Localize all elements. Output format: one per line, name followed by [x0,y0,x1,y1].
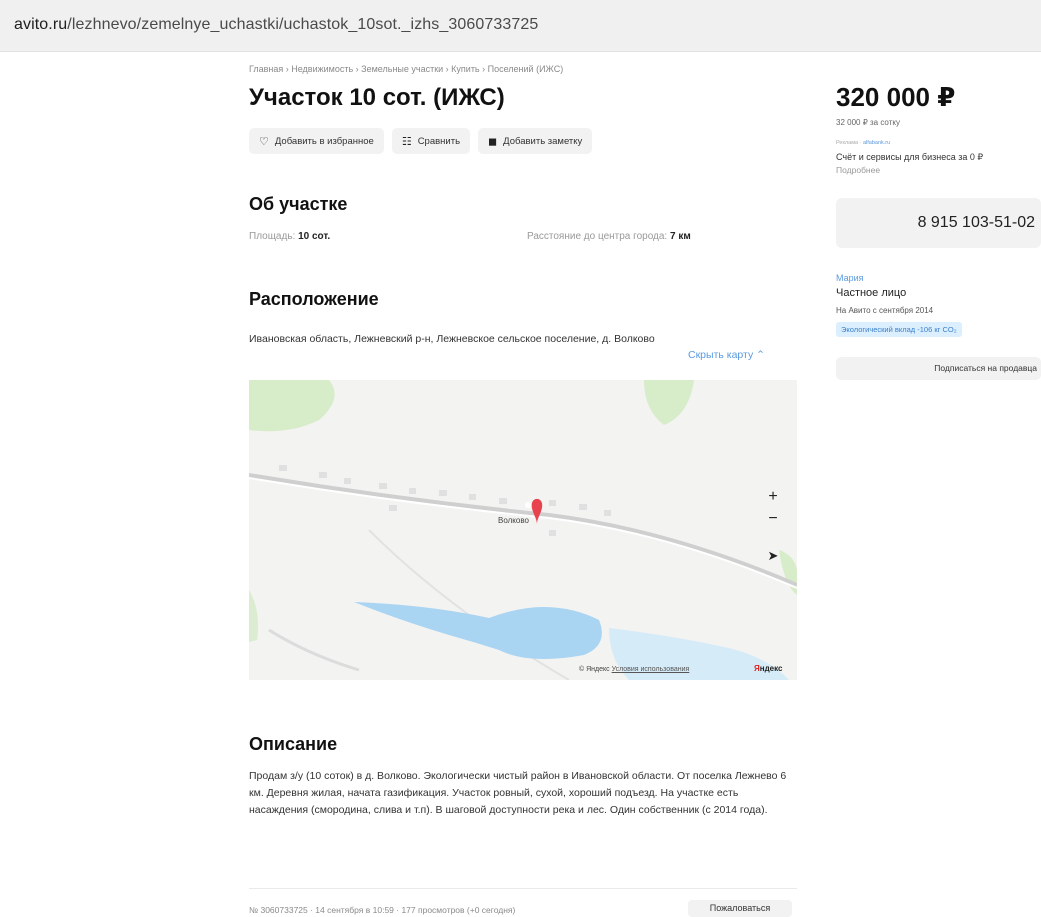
ad-more-link[interactable]: Подробнее [836,165,880,175]
listing-actions: ♡ Добавить в избранное ☷ Сравнить ◼ Доба… [249,128,593,154]
map-village-label: Волково [498,516,529,525]
divider [249,888,797,889]
about-heading: Об участке [249,194,348,214]
map[interactable] [249,380,797,680]
distance-param: Расстояние до центра города: 7 км [527,231,691,242]
ad-text[interactable]: Счёт и сервисы для бизнеса за 0 ₽ [836,152,983,163]
location-heading: Расположение [249,289,379,309]
seller-type: Частное лицо [836,287,907,299]
eco-badge[interactable]: Экологический вклад -106 кг CO₂ [836,322,962,337]
navigation-arrow-icon: ➤ [767,548,779,563]
add-to-favorites-button[interactable]: ♡ Добавить в избранное [249,128,384,154]
map-canvas [249,380,797,680]
browser-url-bar[interactable]: avito.ru/lezhnevo/zemelnye_uchastki/ucha… [0,0,1041,52]
price-per-unit: 32 000 ₽ за сотку [836,118,900,127]
area-param: Площадь: 10 сот. [249,231,331,242]
map-credit: © Яндекс Условия использования [579,666,690,673]
seller-since: На Авито с сентября 2014 [836,306,934,315]
ad-label: Реклама · alfabank.ru [836,140,891,146]
hide-map-link[interactable]: Скрыть карту ⌃ [688,349,765,361]
url-text[interactable]: avito.ru/lezhnevo/zemelnye_uchastki/ucha… [14,16,538,34]
seller-name-link[interactable]: Мария [836,273,864,283]
address: Ивановская область, Лежневский р-н, Лежн… [249,333,655,345]
breadcrumb[interactable]: Главная › Недвижимость › Земельные участ… [249,64,563,74]
heart-icon: ♡ [259,135,269,148]
report-button[interactable]: Пожаловаться [688,900,792,917]
page-title: Участок 10 сот. (ИЖС) [249,84,505,111]
map-terms-link[interactable]: Условия использования [612,666,690,673]
compare-button[interactable]: ☷ Сравнить [391,128,471,154]
yandex-logo[interactable]: Яндекс [754,664,782,673]
zoom-in-button[interactable]: + [762,486,784,508]
description-heading: Описание [249,734,338,754]
note-icon: ◼ [488,135,498,148]
zoom-out-button[interactable]: − [762,508,784,530]
geolocation-button[interactable]: ➤ [762,545,784,567]
ad-link[interactable]: alfabank.ru [863,140,890,146]
phone-button[interactable]: 8 915 103-51-02 [836,198,1041,248]
subscribe-button[interactable]: Подписаться на продавца [836,357,1041,380]
listing-meta: № 3060733725 · 14 сентября в 10:59 · 177… [249,905,516,915]
compare-icon: ☷ [401,135,412,148]
add-note-button[interactable]: ◼ Добавить заметку [478,128,593,154]
description-text: Продам з/у (10 соток) в д. Волково. Экол… [249,770,787,816]
price: 320 000 ₽ [836,82,956,112]
